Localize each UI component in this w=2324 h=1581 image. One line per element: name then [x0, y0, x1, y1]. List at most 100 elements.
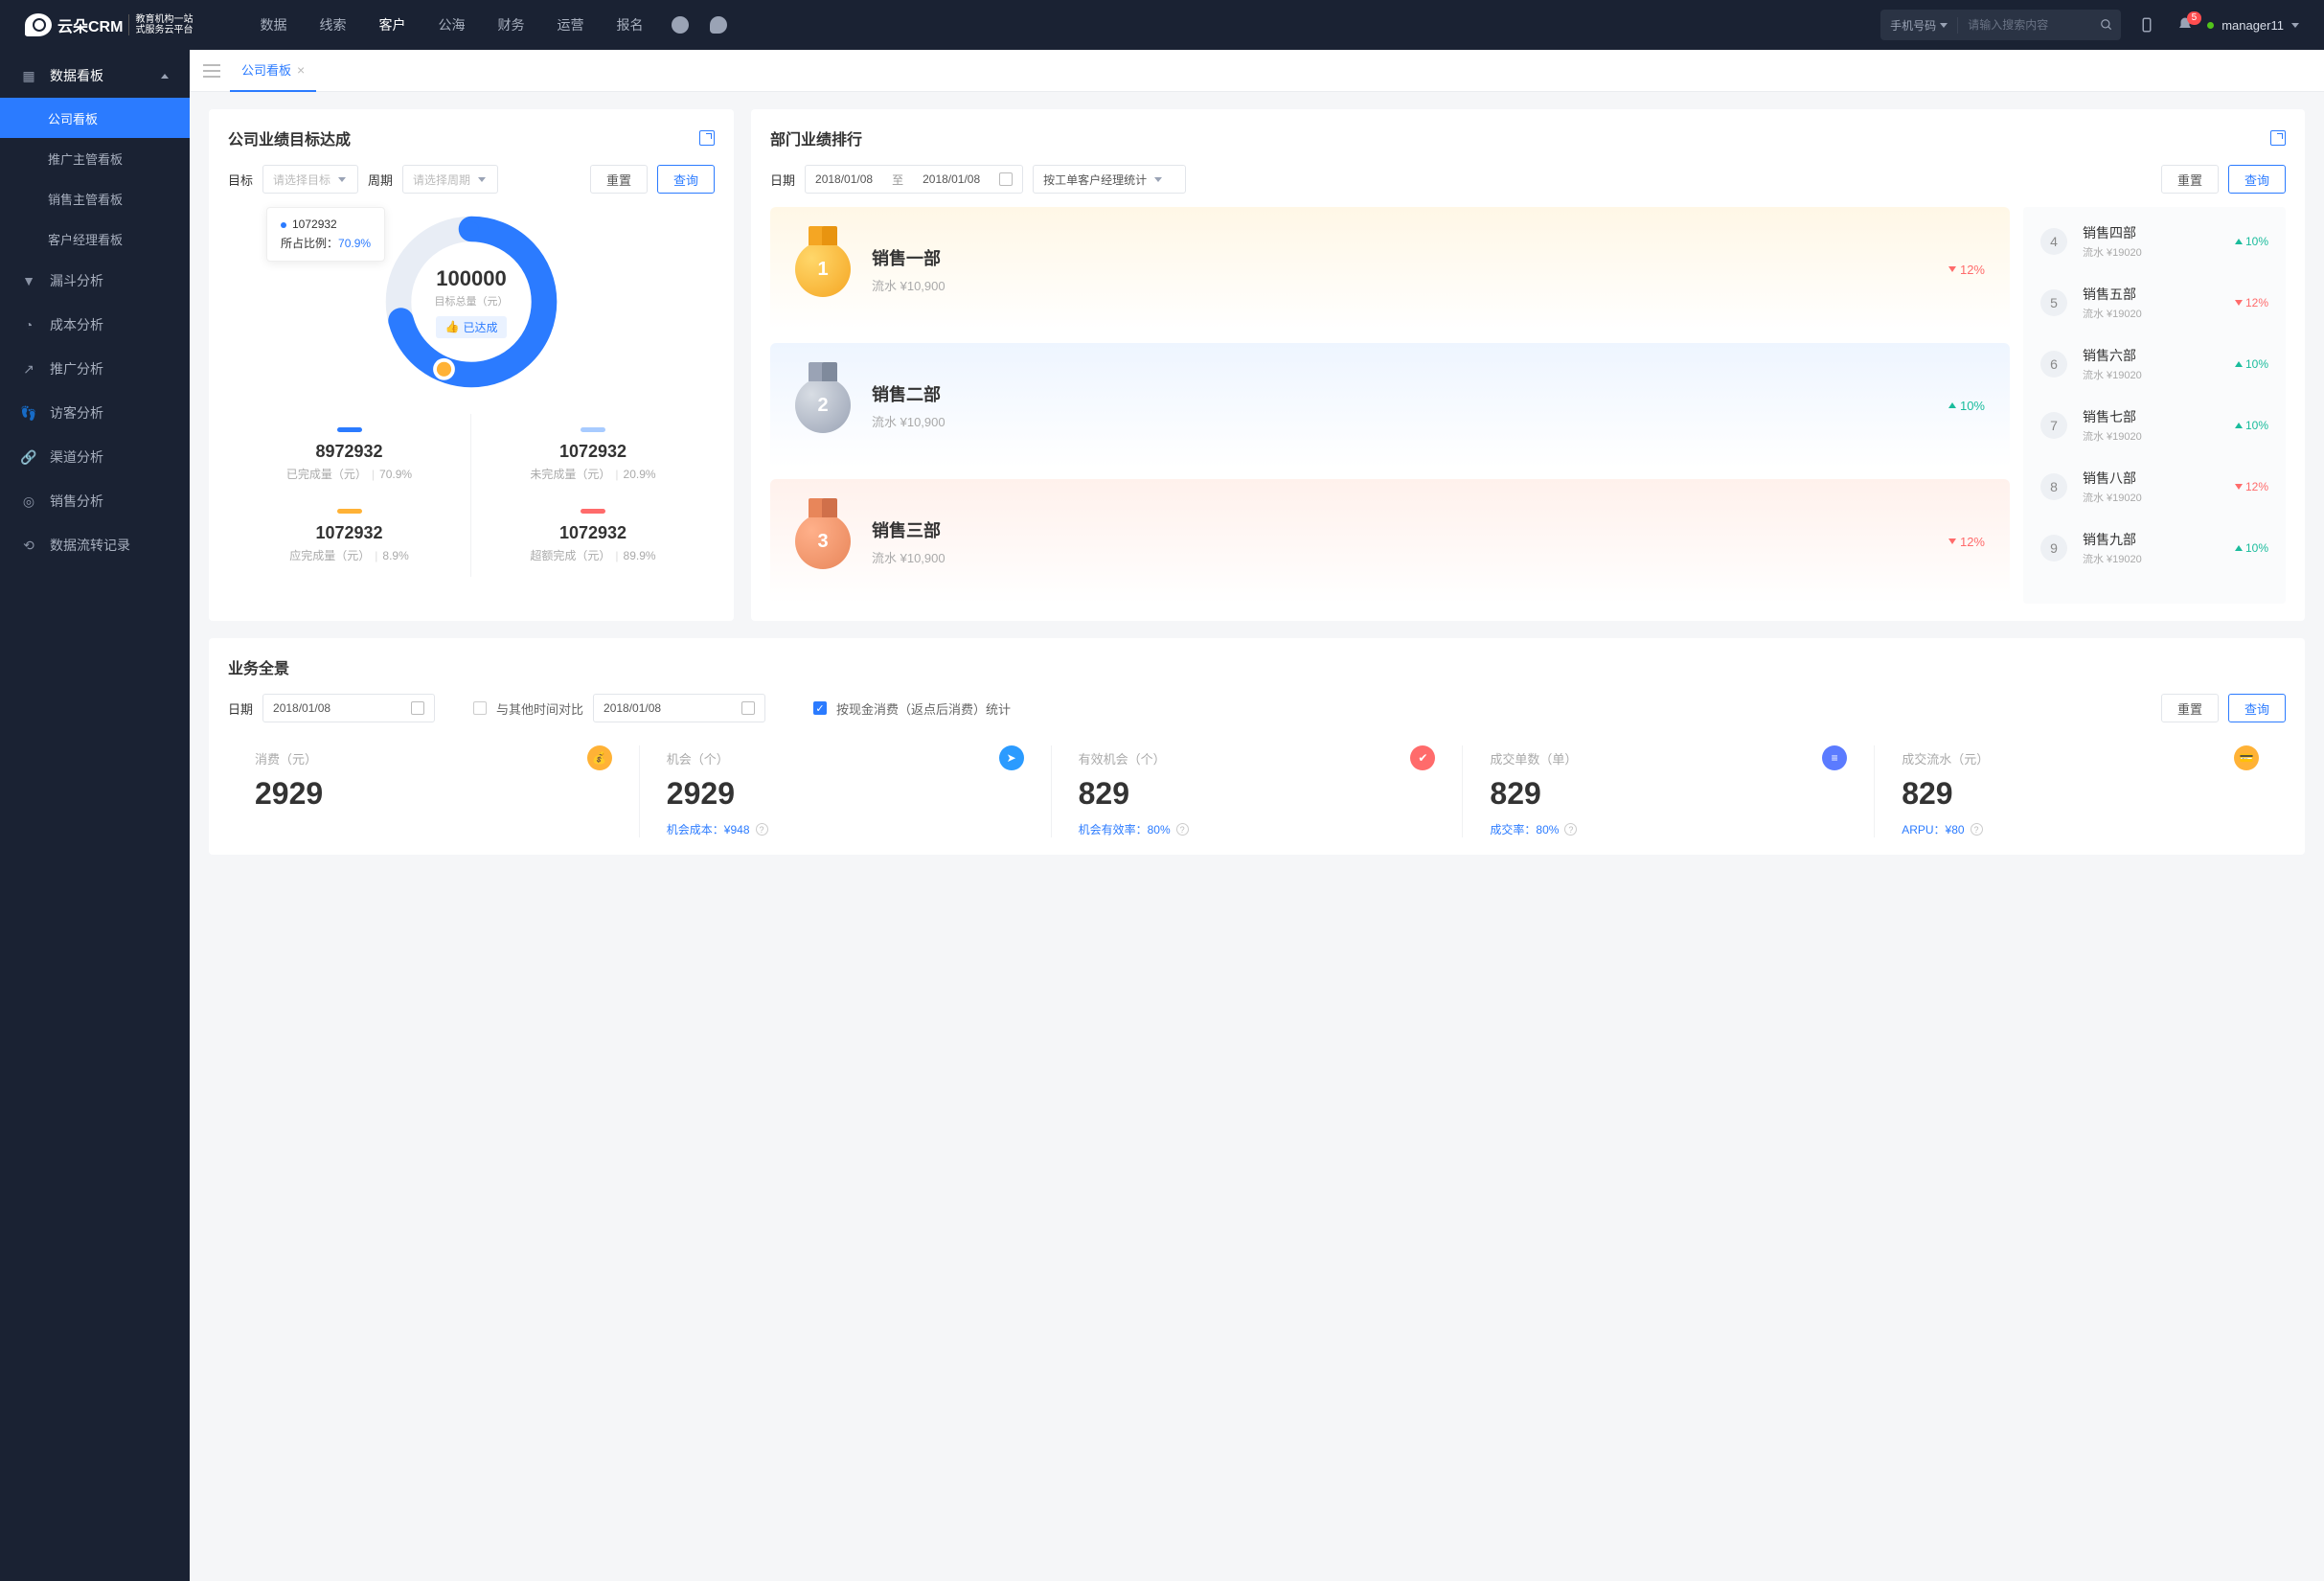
stat-item: 1072932超额完成（元）|89.9%	[471, 495, 715, 577]
period-select[interactable]: 请选择周期	[402, 165, 498, 194]
phone-icon[interactable]	[710, 16, 727, 34]
thumb-icon: 👍	[445, 320, 460, 333]
chevron-down-icon	[1940, 23, 1948, 28]
help-icon[interactable]: ?	[1971, 823, 1983, 836]
sidebar-item[interactable]: 👣访客分析	[0, 391, 190, 435]
goal-card: 公司业绩目标达成 目标 请选择目标 周期 请选择周期 重置 查询	[209, 109, 734, 621]
overview-item: 消费（元）💰2929	[228, 745, 639, 837]
status-dot-icon	[2207, 22, 2214, 29]
help-icon[interactable]: ?	[756, 823, 768, 836]
brand-sub: 教育机构一站式服务云平台	[128, 14, 193, 35]
ranking-card: 部门业绩排行 日期 2018/01/08 至 2018/01/08 按工单客户经…	[751, 109, 2305, 621]
topnav-item[interactable]: 财务	[497, 15, 524, 34]
search-box: 手机号码	[1880, 10, 2121, 40]
topnav-item[interactable]: 公海	[438, 15, 465, 34]
topnav-item[interactable]: 数据	[260, 15, 286, 34]
date-input-compare[interactable]: 2018/01/08	[593, 694, 765, 722]
arrow-up-icon	[2235, 239, 2243, 244]
sidebar-item[interactable]: ◔成本分析	[0, 303, 190, 347]
donut-badge: 👍已达成	[436, 316, 508, 338]
tabs-bar: 公司看板 ×	[190, 50, 2324, 92]
compare-checkbox[interactable]	[473, 701, 487, 715]
cash-checkbox[interactable]: ✓	[813, 701, 827, 715]
sidebar-sub-item[interactable]: 客户经理看板	[0, 218, 190, 259]
arrow-down-icon	[2235, 300, 2243, 306]
stat-item: 1072932未完成量（元）|20.9%	[471, 414, 715, 495]
arrow-up-icon	[1948, 402, 1956, 408]
stat-item: 8972932已完成量（元）|70.9%	[228, 414, 471, 495]
statby-select[interactable]: 按工单客户经理统计	[1033, 165, 1186, 194]
search-button[interactable]	[2092, 11, 2121, 39]
overview-card: 业务全景 日期 2018/01/08 与其他时间对比 2018/01/08 ✓ …	[209, 638, 2305, 855]
card-title: 公司业绩目标达成	[228, 126, 351, 149]
topnav-item[interactable]: 客户	[378, 15, 405, 34]
expand-icon[interactable]	[699, 130, 715, 146]
reset-button[interactable]: 重置	[2161, 165, 2219, 194]
query-button[interactable]: 查询	[2228, 694, 2286, 722]
sidebar-sub-item[interactable]: 销售主管看板	[0, 178, 190, 218]
sidebar-item[interactable]: 🔗渠道分析	[0, 435, 190, 479]
chevron-down-icon	[2291, 23, 2299, 28]
rank-card: 1销售一部流水 ¥10,90012%	[770, 207, 2010, 332]
sidebar-item[interactable]: ↗推广分析	[0, 347, 190, 391]
topnav-item[interactable]: 运营	[557, 15, 583, 34]
arrow-up-icon	[2235, 361, 2243, 367]
rank-number: 7	[2040, 412, 2067, 439]
search-input[interactable]	[1958, 18, 2092, 32]
tab-company-dashboard[interactable]: 公司看板 ×	[230, 50, 316, 92]
sidebar-group-dashboards[interactable]: ▦ 数据看板	[0, 54, 190, 98]
topnav-icons	[672, 16, 727, 34]
expand-icon[interactable]	[2270, 130, 2286, 146]
user-menu[interactable]: manager11	[2207, 18, 2299, 33]
help-icon[interactable]: ?	[1564, 823, 1577, 836]
sidebar-item[interactable]: ◎销售分析	[0, 479, 190, 523]
topnav-item[interactable]: 线索	[319, 15, 346, 34]
search-type-select[interactable]: 手机号码	[1880, 17, 1958, 34]
calendar-icon	[741, 701, 755, 715]
topnav: 数据 线索 客户 公海 财务 运营 报名	[260, 15, 643, 34]
arrow-up-icon	[2235, 545, 2243, 551]
sidebar-sub-item[interactable]: 推广主管看板	[0, 138, 190, 178]
reset-button[interactable]: 重置	[590, 165, 648, 194]
goal-select[interactable]: 请选择目标	[262, 165, 358, 194]
donut-label: 目标总量（元）	[435, 293, 509, 309]
sidebar-sub-item[interactable]: 公司看板	[0, 98, 190, 138]
rank-rest-list[interactable]: 4销售四部流水 ¥1902010%5销售五部流水 ¥1902012%6销售六部流…	[2023, 207, 2286, 604]
rank-number: 4	[2040, 228, 2067, 255]
rank-number: 5	[2040, 289, 2067, 316]
arrow-up-icon	[2235, 423, 2243, 428]
card-title: 业务全景	[228, 655, 289, 678]
sidebar-item[interactable]: ▼漏斗分析	[0, 259, 190, 303]
device-icon[interactable]	[2138, 16, 2155, 34]
bell-icon[interactable]: 5	[2176, 16, 2194, 34]
help-icon[interactable]: ?	[1176, 823, 1189, 836]
rank-card: 3销售三部流水 ¥10,90012%	[770, 479, 2010, 604]
topnav-item[interactable]: 报名	[616, 15, 643, 34]
brand-name: 云朵CRM	[57, 13, 123, 36]
overview-item: 成交单数（单）≡829成交率：80% ?	[1462, 745, 1874, 837]
query-button[interactable]: 查询	[657, 165, 715, 194]
calendar-icon	[999, 172, 1013, 186]
stat-item: 1072932应完成量（元）|8.9%	[228, 495, 471, 577]
content-area: 公司看板 × 公司业绩目标达成 目标 请选择目标 周期 请选择周期	[190, 50, 2324, 1581]
nav-icon: ◔	[21, 317, 36, 332]
date-range-input[interactable]: 2018/01/08 至 2018/01/08	[805, 165, 1023, 194]
sidebar-item[interactable]: ⟲数据流转记录	[0, 523, 190, 567]
menu-toggle-icon[interactable]	[203, 64, 220, 78]
person-icon[interactable]	[672, 16, 689, 34]
arrow-down-icon	[1948, 538, 1956, 544]
logo[interactable]: 云朵CRM 教育机构一站式服务云平台	[25, 13, 193, 36]
goal-filter-label: 目标	[228, 171, 253, 189]
metric-icon: ➤	[999, 745, 1024, 770]
nav-icon: ⟲	[21, 538, 36, 553]
date-input[interactable]: 2018/01/08	[262, 694, 435, 722]
date-label: 日期	[228, 699, 253, 718]
user-name: manager11	[2221, 18, 2284, 33]
nav-icon: ↗	[21, 361, 36, 377]
close-icon[interactable]: ×	[297, 62, 305, 78]
donut-value: 100000	[436, 266, 506, 291]
query-button[interactable]: 查询	[2228, 165, 2286, 194]
metric-icon: 💳	[2234, 745, 2259, 770]
overview-item: 有效机会（个）✔829机会有效率：80% ?	[1051, 745, 1463, 837]
reset-button[interactable]: 重置	[2161, 694, 2219, 722]
